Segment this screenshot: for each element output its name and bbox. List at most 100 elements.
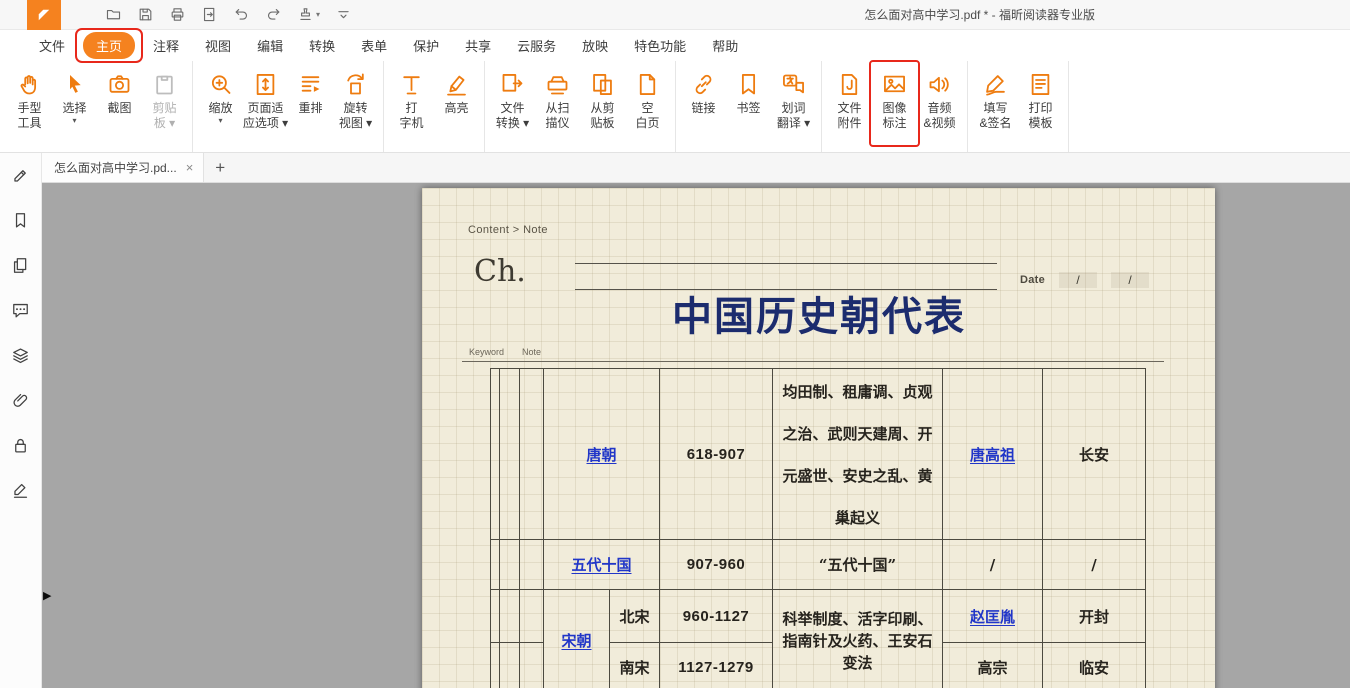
link-button[interactable]: 链接 [681,69,726,116]
print-button[interactable] [169,6,186,23]
cell-note: 均田制、租庸调、贞观之治、武则天建周、开元盛世、安史之乱、黄巢起义 [773,369,943,540]
sidebar-layers-panel[interactable] [11,346,30,365]
menubar: 文件 主页 注释视图编辑转换 表单保护共享云服务放映特色功能帮助 [0,30,1350,61]
customize-toolbar-button[interactable] [335,6,352,23]
dynasty-link[interactable]: 唐朝 [586,446,616,464]
menu-present[interactable]: 放映 [569,32,621,59]
undo-button[interactable] [233,6,250,23]
foxit-logo[interactable] [27,0,61,30]
sidebar-bookmarks-panel[interactable] [11,211,30,230]
fill-sign-button[interactable]: 填写&签名 [973,69,1018,131]
export-button[interactable] [201,6,218,23]
convert-icon [499,71,526,98]
typewriter-button-label: 打字机 [399,101,423,131]
print-template-button[interactable]: 打印模板 [1018,69,1063,131]
document-tab[interactable]: 怎么面对高中学习.pd... × [42,153,204,182]
select-button[interactable]: 选择▾ [52,69,97,125]
image-annotation-button[interactable]: 图像标注 [872,69,917,131]
snapshot-icon [106,71,133,98]
margin-cell [520,643,544,688]
from-scanner-button[interactable]: 从扫描仪 [535,69,580,131]
blank-page-button-label: 空白页 [635,101,659,131]
note-label: Note [522,347,541,357]
cell-period: 907-960 [660,540,773,590]
snapshot-button[interactable]: 截图 [97,69,142,116]
new-tab-button[interactable]: + [215,159,225,176]
translate-icon [780,71,807,98]
sidebar-security-panel[interactable] [11,436,30,455]
tab-label: 怎么面对高中学习.pd... [54,159,177,176]
menu-protect[interactable]: 保护 [400,32,452,59]
founder-link[interactable]: 唐高祖 [970,446,1015,464]
cell-founder: / [943,540,1043,590]
menu-cloud[interactable]: 云服务 [504,32,569,59]
ribbon-group-5: 链接书签划词翻译 ▾ [676,61,822,152]
ribbon-group-7: 填写&签名打印模板 [968,61,1069,152]
body-row: 怎么面对高中学习.pd... × + ▶ Content > Note Ch. … [0,153,1350,688]
bookmark-icon [11,211,30,230]
table-row: 五代十国 907-960 “五代十国” / / [491,540,1146,590]
from-clipboard-button[interactable]: 从剪贴板 [580,69,625,131]
cell-subdynasty: 南宋 [610,643,660,688]
menu-form[interactable]: 表单 [348,32,400,59]
redo-button[interactable] [265,6,282,23]
keyword-label: Keyword [469,347,504,357]
audio-video-button[interactable]: 音频&视频 [917,69,962,131]
menu-form-label: 表单 [361,39,387,54]
menu-comment[interactable]: 注释 [140,32,192,59]
tab-close-icon[interactable]: × [186,160,194,175]
menu-convert[interactable]: 转换 [296,32,348,59]
menu-present-label: 放映 [582,39,608,54]
menu-view[interactable]: 视图 [192,32,244,59]
founder-link[interactable]: 赵匡胤 [970,608,1015,626]
reflow-icon [297,71,324,98]
hand-tool-button[interactable]: 手型工具 [7,69,52,131]
page-fit-button-label: 页面适应选项 ▾ [243,101,288,131]
bookmark-button[interactable]: 书签 [726,69,771,116]
highlight-button[interactable]: 高亮 [434,69,479,116]
menu-home-label: 主页 [96,39,122,54]
menu-help[interactable]: 帮助 [699,32,751,59]
main-area: 怎么面对高中学习.pd... × + ▶ Content > Note Ch. … [42,153,1350,688]
sidebar-attachments-panel[interactable] [11,391,30,410]
sidebar-annotate[interactable] [11,166,30,185]
table-row: 唐朝 618-907 均田制、租庸调、贞观之治、武则天建周、开元盛世、安史之乱、… [491,369,1146,540]
ribbon: 手型工具选择▾截图剪贴板 ▾缩放▾页面适应选项 ▾重排旋转视图 ▾打字机高亮文件… [0,61,1350,153]
bookmark-icon [735,71,762,98]
sidebar-comments-panel[interactable] [11,301,30,320]
dynasty-link[interactable]: 宋朝 [561,632,591,650]
menu-convert-label: 转换 [309,39,335,54]
app-window: ▾ 怎么面对高中学习.pdf * - 福昕阅读器专业版 文件主页注释视图编辑转换… [0,0,1350,688]
cell-dynasty: 五代十国 [544,540,660,590]
blank-page-button[interactable]: 空白页 [625,69,670,131]
undo-icon [233,6,250,23]
ribbon-group-6: 文件附件图像标注音频&视频 [822,61,968,152]
save-button[interactable] [137,6,154,23]
snapshot-button-label: 截图 [107,101,131,116]
menu-features[interactable]: 特色功能 [621,32,699,59]
sidebar-signatures-panel[interactable] [11,481,30,500]
dynasty-link[interactable]: 五代十国 [571,556,631,574]
menu-share[interactable]: 共享 [452,32,504,59]
menu-home[interactable]: 主页 [83,32,135,59]
from-clipboard-icon [589,71,616,98]
open-file-button[interactable] [105,6,122,23]
paperclip-icon [11,391,30,410]
sidebar-pages-panel[interactable] [11,256,30,275]
signature-icon [11,481,30,500]
page-fit-button[interactable]: 页面适应选项 ▾ [243,69,288,131]
stamp-button[interactable]: ▾ [297,6,320,23]
panel-expand-handle[interactable]: ▶ [43,589,51,602]
audio-video-icon [926,71,953,98]
file-attachment-button[interactable]: 文件附件 [827,69,872,131]
rotate-view-button[interactable]: 旋转视图 ▾ [333,69,378,131]
reflow-button[interactable]: 重排 [288,69,333,116]
typewriter-button[interactable]: 打字机 [389,69,434,131]
file-convert-button[interactable]: 文件转换 ▾ [490,69,535,131]
translate-button[interactable]: 划词翻译 ▾ [771,69,816,131]
menu-edit[interactable]: 编辑 [244,32,296,59]
menu-file[interactable]: 文件 [26,32,78,59]
zoom-button[interactable]: 缩放▾ [198,69,243,125]
layers-icon [11,346,30,365]
margin-cell [491,590,500,643]
